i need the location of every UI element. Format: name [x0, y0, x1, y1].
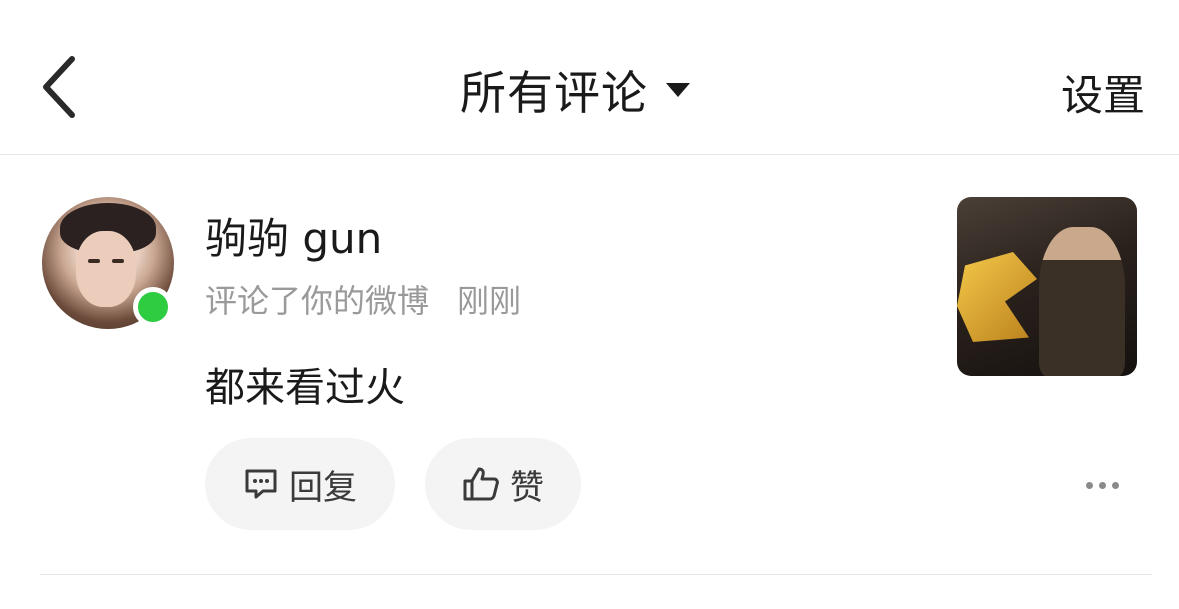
reply-button[interactable]: 回复	[205, 438, 395, 530]
top-bar: 所有评论 设置	[0, 0, 1179, 155]
page-title: 所有评论	[460, 66, 648, 120]
username[interactable]: 驹驹 gun	[205, 205, 382, 266]
reply-label: 回复	[289, 467, 357, 508]
back-button[interactable]	[28, 52, 88, 122]
more-options-button[interactable]	[1078, 468, 1126, 502]
comment-text[interactable]: 都来看过火	[205, 355, 405, 413]
comment-bubble-icon	[245, 469, 277, 499]
online-status-dot	[133, 287, 173, 327]
notification-meta: 评论了你的微博 刚刚	[205, 276, 521, 322]
thumbs-up-icon	[463, 467, 499, 501]
action-text: 评论了你的微博	[205, 282, 430, 320]
divider	[40, 574, 1152, 575]
caret-down-icon	[666, 83, 690, 97]
comment-filter-dropdown[interactable]: 所有评论	[460, 55, 690, 125]
more-horizontal-icon	[1085, 481, 1093, 489]
settings-button[interactable]: 设置	[1061, 62, 1145, 123]
chevron-left-icon	[43, 56, 75, 118]
timestamp: 刚刚	[457, 282, 522, 320]
like-label: 赞	[510, 467, 544, 508]
like-button[interactable]: 赞	[425, 438, 581, 530]
post-thumbnail[interactable]	[957, 197, 1137, 376]
